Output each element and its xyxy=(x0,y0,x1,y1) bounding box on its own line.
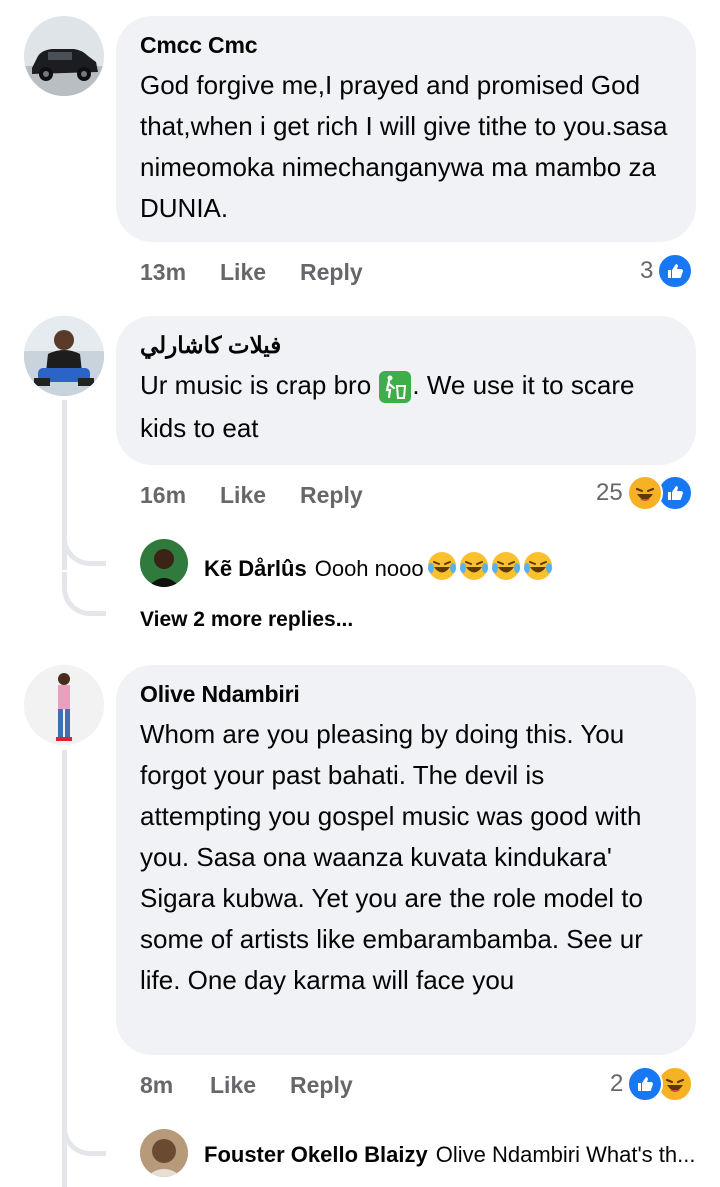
view-more-replies-link[interactable]: View 2 more replies... xyxy=(140,608,353,632)
like-button[interactable]: Like xyxy=(220,482,300,509)
reaction-count: 25 xyxy=(596,479,623,506)
avatar-olive[interactable] xyxy=(24,665,104,745)
thread-connector xyxy=(62,572,106,616)
reaction-count: 3 xyxy=(640,257,654,284)
comment-text: Whom are you pleasing by doing this. You… xyxy=(140,719,643,995)
like-reaction-icon xyxy=(627,1066,664,1102)
reply-author[interactable]: Fouster Okello Blaizy xyxy=(204,1142,428,1167)
comment-author[interactable]: Cmcc Cmc xyxy=(140,32,670,59)
comment-actions: 16m Like Reply xyxy=(140,482,363,509)
comment-time[interactable]: 8m xyxy=(140,1072,210,1099)
thread-connector xyxy=(62,522,106,566)
comment-actions: 8m Like Reply xyxy=(140,1072,353,1099)
reply-text: Olive Ndambiri What's th... xyxy=(435,1142,696,1167)
car-avatar-image xyxy=(24,16,104,96)
thread-connector xyxy=(62,1112,106,1156)
comment-text: God forgive me,I prayed and promised God… xyxy=(140,70,668,223)
comment-text: Ur music is crap bro . We use it to scar… xyxy=(140,365,670,449)
like-button[interactable]: Like xyxy=(220,259,300,286)
reply-author[interactable]: Kẽ Dårlûs xyxy=(204,556,307,581)
reply-text: Oooh nooo xyxy=(314,556,424,581)
person-avatar-image xyxy=(140,1129,188,1177)
reply-row: Fouster Okello Blaizy Olive Ndambiri What… xyxy=(204,1142,695,1168)
reaction-summary[interactable]: 2 xyxy=(610,1066,694,1102)
comment-time[interactable]: 13m xyxy=(140,259,220,286)
reaction-count: 2 xyxy=(610,1070,624,1097)
laugh-tears-emoji-icon xyxy=(426,550,556,588)
reply-button[interactable]: Reply xyxy=(300,259,363,286)
reply-button[interactable]: Reply xyxy=(300,482,363,509)
comment-author[interactable]: Olive Ndambiri xyxy=(140,681,670,708)
person-avatar-image xyxy=(140,539,188,587)
comment-actions: 13m Like Reply xyxy=(140,259,363,286)
avatar-fouster[interactable] xyxy=(140,1129,188,1177)
reaction-summary[interactable]: 3 xyxy=(640,253,694,289)
person-avatar-image xyxy=(24,665,104,745)
avatar-filat[interactable] xyxy=(24,316,104,396)
reply-row: Kẽ Dårlûs Oooh nooo xyxy=(204,550,556,588)
avatar-cmcc[interactable] xyxy=(24,16,104,96)
comment-text-part: Ur music is crap bro xyxy=(140,370,372,400)
haha-reaction-icon xyxy=(626,475,663,511)
avatar-kedarlus[interactable] xyxy=(140,539,188,587)
litter-bin-emoji-icon xyxy=(378,367,412,408)
person-avatar-image xyxy=(24,316,104,396)
reaction-summary[interactable]: 25 xyxy=(596,475,693,511)
comment-bubble: Cmcc Cmc God forgive me,I prayed and pro… xyxy=(116,16,696,242)
comment-bubble: Olive Ndambiri Whom are you pleasing by … xyxy=(116,665,696,1055)
like-reaction-icon xyxy=(657,253,694,289)
like-button[interactable]: Like xyxy=(210,1072,290,1099)
comment-author[interactable]: فيلات كاشارلي xyxy=(140,332,670,359)
comment-bubble: فيلات كاشارلي Ur music is crap bro . We … xyxy=(116,316,696,465)
reply-button[interactable]: Reply xyxy=(290,1072,353,1099)
comment-time[interactable]: 16m xyxy=(140,482,220,509)
